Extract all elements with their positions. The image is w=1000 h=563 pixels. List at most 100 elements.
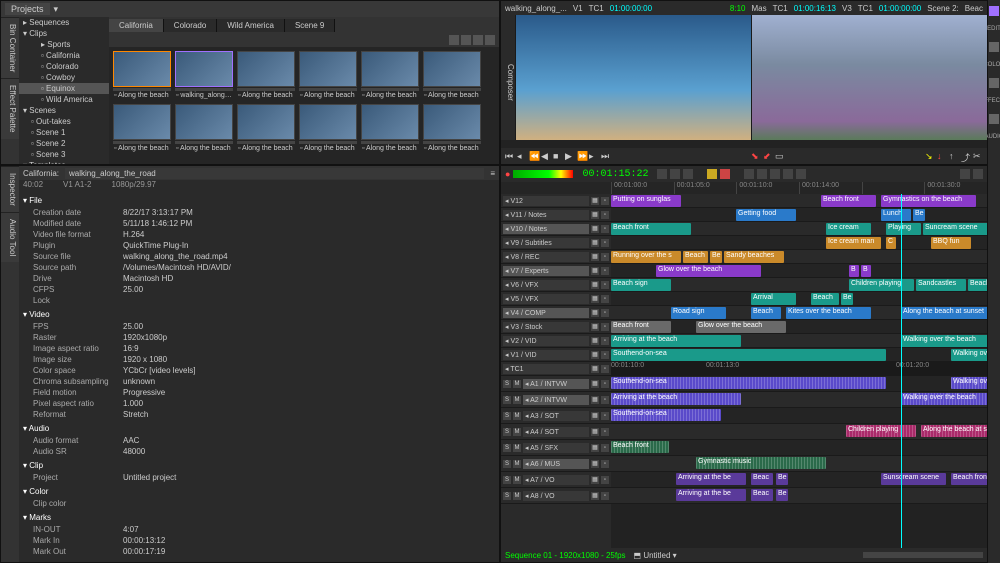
timeline-track[interactable]: Beach frontGlow over the beachSunset sce…: [611, 320, 987, 334]
timeline-clip[interactable]: Sandy beaches: [724, 251, 784, 263]
timeline-clip[interactable]: Kites over the beach: [786, 307, 871, 319]
timeline-track[interactable]: Beach frontIce creamPlayingSuncream scen…: [611, 222, 987, 236]
play-icon[interactable]: ▶: [565, 151, 575, 161]
track-lock-icon[interactable]: ▦: [591, 492, 599, 500]
goto-start-icon[interactable]: ⏮: [505, 151, 515, 161]
timeline-clip[interactable]: Walking over the beach: [901, 393, 987, 405]
timeline-track[interactable]: Children playingAlong the beach at sunse…: [611, 424, 987, 440]
mute-button[interactable]: M: [513, 380, 521, 388]
menu-icon[interactable]: [485, 35, 495, 45]
track-header[interactable]: ◂ V7 / Experts▦▫: [501, 264, 611, 278]
track-header[interactable]: SM◂ A2 / INTVW▦▫: [501, 392, 611, 408]
track-header[interactable]: SM◂ A7 / VO▦▫: [501, 472, 611, 488]
timeline-clip[interactable]: Be: [710, 251, 722, 263]
track-header[interactable]: SM◂ A1 / INTVW▦▫: [501, 376, 611, 392]
timeline-clip[interactable]: Beach pebbles: [968, 279, 987, 291]
track-sync-icon[interactable]: ▫: [601, 412, 609, 420]
track-sync-icon[interactable]: ▫: [601, 309, 609, 317]
extract-icon[interactable]: [757, 169, 767, 179]
section-header[interactable]: ▾ Clip: [23, 459, 495, 472]
zoom-icon[interactable]: [960, 169, 970, 179]
track-sync-icon[interactable]: ▫: [601, 253, 609, 261]
cut-icon[interactable]: [770, 169, 780, 179]
section-header[interactable]: ▾ Video: [23, 308, 495, 321]
solo-button[interactable]: S: [503, 396, 511, 404]
track-lock-icon[interactable]: ▦: [591, 267, 599, 275]
timeline-track[interactable]: Southend-on-seaWalking over the beach: [611, 348, 987, 362]
timeline-ruler[interactable]: 00:01:00:000:01:05:000:01:10:000:01:14:0…: [501, 182, 987, 194]
tree-sequences[interactable]: ▸ Sequences: [19, 17, 109, 28]
timeline-clip[interactable]: Southend-on-sea: [611, 409, 721, 421]
track-sync-icon[interactable]: ▫: [601, 281, 609, 289]
timeline-track[interactable]: Putting on sunglasBeach frontGymnastics …: [611, 194, 987, 208]
mute-button[interactable]: M: [513, 460, 521, 468]
tree-item[interactable]: ▫ Scene 2: [19, 138, 109, 149]
track-header[interactable]: SM◂ A5 / SFX▦▫: [501, 440, 611, 456]
track-sync-icon[interactable]: ▫: [601, 225, 609, 233]
clip-thumbnail[interactable]: ▫ Along the beach: [299, 104, 357, 153]
frame-view-icon[interactable]: [449, 35, 459, 45]
timeline-timecode[interactable]: 00:01:15:22: [576, 169, 654, 180]
track-lock-icon[interactable]: ▦: [591, 337, 599, 345]
clip-thumbnail[interactable]: ▫ Along the beach: [113, 104, 171, 153]
track-header[interactable]: SM◂ A8 / VO▦▫: [501, 488, 611, 504]
timeline-track[interactable]: Arriving at the beachWalking over the be…: [611, 334, 987, 348]
extract-icon[interactable]: ⤴: [961, 151, 971, 161]
mark-in-icon[interactable]: ⬊: [751, 151, 761, 161]
timeline-track[interactable]: Southend-on-sea: [611, 408, 987, 424]
track-sync-icon[interactable]: ▫: [601, 380, 609, 388]
tree-scenes[interactable]: ▾ Scenes: [19, 105, 109, 116]
bin-tab[interactable]: California: [109, 19, 164, 32]
track-sync-icon[interactable]: ▫: [601, 295, 609, 303]
tab-inspector[interactable]: Inspector: [1, 166, 19, 212]
timeline-clip[interactable]: C: [886, 237, 896, 249]
track-lock-icon[interactable]: ▦: [591, 476, 599, 484]
menu-icon[interactable]: ≡: [490, 169, 495, 178]
timeline-clip[interactable]: B: [861, 265, 871, 277]
mute-button[interactable]: M: [513, 396, 521, 404]
mark-out-icon[interactable]: ⬋: [763, 151, 773, 161]
tree-clips[interactable]: ▾ Clips: [19, 28, 109, 39]
track-header[interactable]: SM◂ A3 / SOT▦▫: [501, 408, 611, 424]
timeline-clip[interactable]: Beach: [683, 251, 708, 263]
timeline-clip[interactable]: Arriving at the be: [676, 473, 746, 485]
track-header[interactable]: ◂ V11 / Notes▦▫: [501, 208, 611, 222]
tab-composer[interactable]: Composer: [501, 15, 515, 140]
script-view-icon[interactable]: [473, 35, 483, 45]
timeline-track[interactable]: Running over the sBeachBeSandy beachesCr…: [611, 250, 987, 264]
timeline-clip[interactable]: Children playing: [849, 279, 914, 291]
track-sync-icon[interactable]: ▫: [601, 365, 609, 373]
timeline-clip[interactable]: Ice cream man: [826, 237, 881, 249]
track-lock-icon[interactable]: ▦: [591, 444, 599, 452]
bin-tab[interactable]: Wild America: [217, 19, 285, 32]
record-viewer[interactable]: [752, 15, 987, 140]
clear-marks-icon[interactable]: [683, 169, 693, 179]
track-lock-icon[interactable]: ▦: [591, 428, 599, 436]
timeline-clip[interactable]: Playing: [886, 223, 921, 235]
track-lock-icon[interactable]: ▦: [591, 365, 599, 373]
clip-thumbnail[interactable]: ▫ Along the beach: [113, 51, 171, 100]
clip-thumbnail[interactable]: ▫ Along the beach: [423, 51, 481, 100]
track-header[interactable]: SM◂ A4 / SOT▦▫: [501, 424, 611, 440]
bin-tab[interactable]: Scene 9: [285, 19, 335, 32]
timeline-clip[interactable]: Southend-on-sea: [611, 377, 886, 389]
section-header[interactable]: ▾ Color: [23, 485, 495, 498]
timeline-clip[interactable]: Putting on sunglas: [611, 195, 681, 207]
tab-audio-tool[interactable]: Audio Tool: [1, 212, 19, 262]
solo-button[interactable]: S: [503, 428, 511, 436]
timeline-clip[interactable]: Beach sign: [611, 279, 671, 291]
inspector-properties[interactable]: ▾ FileCreation date8/22/17 3:13:17 PMMod…: [19, 192, 499, 562]
timeline-clip[interactable]: Ice cream: [826, 223, 871, 235]
timeline-track[interactable]: Arriving at the beBeacBeSunscream sceneB…: [611, 472, 987, 488]
section-header[interactable]: ▾ Time: [23, 559, 495, 562]
solo-button[interactable]: S: [503, 380, 511, 388]
track-sync-icon[interactable]: ▫: [601, 444, 609, 452]
timeline-clip[interactable]: Along the beach at sunset: [921, 425, 987, 437]
color-workspace-icon[interactable]: [989, 42, 999, 52]
splice-icon[interactable]: [707, 169, 717, 179]
clip-thumbnail[interactable]: ▫ Along the beach: [237, 51, 295, 100]
list-view-icon[interactable]: [461, 35, 471, 45]
timeline-clip[interactable]: Sunscream scene: [881, 473, 946, 485]
solo-button[interactable]: S: [503, 492, 511, 500]
track-lock-icon[interactable]: ▦: [591, 211, 599, 219]
